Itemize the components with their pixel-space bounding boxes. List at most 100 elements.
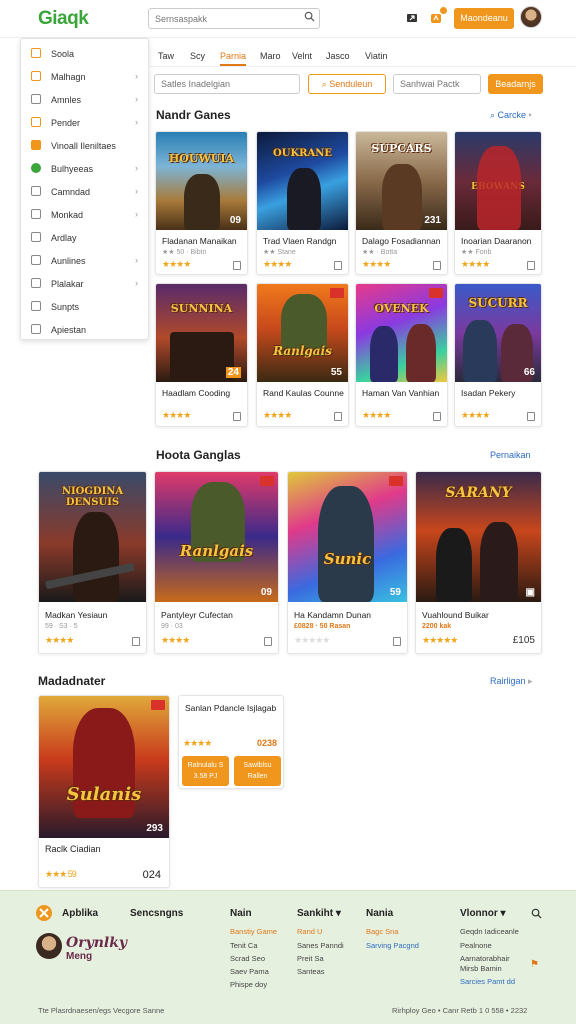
footer-link[interactable]: Geqdn Iadiceanle — [460, 927, 519, 936]
game-cover-image: OUKRANE — [257, 132, 348, 230]
rating-stars: ★★★★ — [362, 410, 391, 420]
footer-link[interactable]: Aarnatorabhair — [460, 954, 510, 963]
tab-taw[interactable]: Taw — [158, 46, 174, 66]
secondary-search-input[interactable] — [393, 74, 481, 94]
sidebar-item[interactable]: Amnles › — [21, 89, 150, 111]
game-card[interactable]: HOUWUIA 09 Fladanan Manaikan ★★ 50 · Bib… — [155, 131, 248, 275]
section-link-new-games[interactable]: ⌕ Carcke ▸ — [490, 110, 532, 121]
clipboard-icon[interactable] — [433, 261, 441, 270]
schedule-button-label: Senduleun — [329, 79, 373, 89]
footer-link[interactable]: Saev Pama — [230, 967, 269, 976]
footer-link[interactable]: Sarving Pacgnd — [366, 941, 419, 950]
sidebar-item[interactable]: Vinoall Ileniltaes — [21, 135, 150, 157]
clipboard-icon[interactable] — [233, 261, 241, 270]
footer-link[interactable]: Scrad Seo — [230, 954, 265, 963]
clipboard-icon[interactable] — [132, 637, 140, 646]
tab-viatin[interactable]: Viatin — [365, 46, 387, 66]
square-outline-icon — [31, 48, 41, 58]
flag-icon[interactable]: ⚑ — [530, 959, 539, 970]
game-card[interactable]: Ranlgais 55 Rand Kaulas Counne ★★★★ — [256, 283, 349, 427]
user-avatar[interactable] — [520, 6, 542, 28]
tab-scy[interactable]: Scy — [190, 46, 205, 66]
game-card[interactable]: SARANY ▣ Vuahlound Buikar 2200 kak ★★★★★… — [415, 471, 542, 654]
game-card[interactable]: OVENEK Haman Van Vanhian ★★★★ — [355, 283, 448, 427]
sidebar-item[interactable]: Camndad › — [21, 181, 150, 203]
rating-stars: ★★★★ — [183, 738, 212, 748]
sidebar-item[interactable]: Soola — [21, 43, 150, 65]
clipboard-icon[interactable] — [334, 261, 342, 270]
footer-brand-sub: Meng — [66, 951, 93, 962]
section-link-madadnater[interactable]: Rairligan ▸ — [490, 676, 533, 687]
game-card[interactable]: SUNNINA 24 Haadlam Cooding ★★★★ — [155, 283, 248, 427]
cover-title: OVENEK — [374, 302, 429, 315]
game-meta: 59 · S3 · 5 — [45, 623, 78, 630]
clipboard-icon[interactable] — [527, 412, 535, 421]
promo-buy-button[interactable]: Ralnulalu S 3.58 PJ — [182, 756, 229, 786]
sidebar-item-label: Sunpts — [51, 302, 80, 312]
footer-link[interactable]: Bagc Sna — [366, 927, 399, 936]
search-input[interactable] — [148, 8, 320, 29]
chevron-right-icon: › — [135, 278, 138, 288]
filter-input[interactable] — [154, 74, 300, 94]
footer-link[interactable]: Sarcies Pamt dd — [460, 977, 515, 986]
game-card[interactable]: SUCURR 66 Isadan Pekery ★★★★ — [454, 283, 542, 427]
game-cover-image: HOUWUIA 09 — [156, 132, 247, 230]
tabs-divider — [150, 66, 576, 67]
sidebar-item[interactable]: Pender › — [21, 112, 150, 134]
game-card[interactable]: OUKRANE Trad Vlaen Randgn ★★ Stane ★★★★ — [256, 131, 349, 275]
schedule-button[interactable]: ⌕ Senduleun — [308, 74, 386, 94]
sidebar-item[interactable]: Apiestan — [21, 319, 150, 341]
share-icon[interactable] — [406, 12, 418, 24]
header-primary-button[interactable]: Maondeanu — [454, 8, 514, 29]
game-card[interactable]: NIOGDINA DENSUIS Madkan Yesiaun 59 · S3 … — [38, 471, 147, 654]
rating-stars: ★★★★ — [461, 410, 490, 420]
sidebar-item[interactable]: Ardlay — [21, 227, 150, 249]
game-card[interactable]: SUPCARS 231 Dalago Fosadiannan ★★ · Bott… — [355, 131, 448, 275]
sidebar-item[interactable]: Bulhyeeas › — [21, 158, 150, 180]
clipboard-icon[interactable] — [433, 412, 441, 421]
footer-link[interactable]: Pealnone — [460, 941, 492, 950]
tab-maro[interactable]: Maro — [260, 46, 281, 66]
game-title: Trad Vlaen Randgn — [263, 236, 337, 246]
footer-column-head-dropdown[interactable]: Vlonnor ▾ — [460, 908, 506, 919]
footer-link[interactable]: Banstiy Game — [230, 927, 277, 936]
notification-icon[interactable] — [430, 12, 442, 24]
clipboard-icon[interactable] — [527, 261, 535, 270]
chevron-right-icon: › — [135, 94, 138, 104]
footer-column-head-dropdown[interactable]: Sankiht ▾ — [297, 908, 341, 919]
feature-game-card[interactable]: Sulanis 293 Raclk Ciadian ★★★ 59 024 — [38, 695, 170, 888]
promo-secondary-button[interactable]: Sawlblsu Rallen — [234, 756, 281, 786]
footer-link[interactable]: Preit Sa — [297, 954, 324, 963]
tab-parnia[interactable]: Parnia — [220, 46, 247, 66]
footer-link[interactable]: Phispe doy — [230, 980, 267, 989]
filter-action-button[interactable]: Beadarnjs — [488, 74, 543, 94]
sidebar-item[interactable]: Plalakar › — [21, 273, 150, 295]
clipboard-icon[interactable] — [393, 637, 401, 646]
footer-link[interactable]: Rand U — [297, 927, 322, 936]
search-icon[interactable] — [304, 11, 315, 22]
game-card[interactable]: EBOWANS Inoarian Daaranon ★★ Fonb ★★★★ — [454, 131, 542, 275]
footer-link[interactable]: Tenit Ca — [230, 941, 258, 950]
sidebar-item[interactable]: Malhagn › — [21, 66, 150, 88]
clipboard-icon[interactable] — [334, 412, 342, 421]
app-logo[interactable]: Giaqk — [38, 8, 89, 30]
sidebar-item[interactable]: Aunlines › — [21, 250, 150, 272]
game-card[interactable]: Sunic 59 Ha Kandamn Dunan £0828 · 50 Ras… — [287, 471, 408, 654]
footer-link[interactable]: Mirsb Bamin — [460, 964, 502, 973]
footer-link[interactable]: Sanes Panndi — [297, 941, 344, 950]
game-card[interactable]: Ranlgais 09 Pantyleyr Cufectan 99 · 03 ★… — [154, 471, 279, 654]
game-cover-image: Ranlgais 55 — [257, 284, 348, 382]
section-link-hot-games[interactable]: Pernaikan — [490, 450, 531, 460]
sidebar-item[interactable]: Monkad › — [21, 204, 150, 226]
building-silhouette — [170, 332, 234, 382]
cover-title: NIOGDINA DENSUIS — [61, 486, 124, 508]
clipboard-icon[interactable] — [233, 412, 241, 421]
cover-number: 24 — [225, 367, 241, 378]
footer-link[interactable]: Santeas — [297, 967, 325, 976]
tab-velnt[interactable]: Velnt — [292, 46, 312, 66]
clipboard-icon[interactable] — [264, 637, 272, 646]
sidebar-item[interactable]: Sunpts — [21, 296, 150, 318]
search-icon[interactable] — [531, 908, 542, 919]
tab-jasco[interactable]: Jasco — [326, 46, 350, 66]
game-title: Inoarian Daaranon — [461, 236, 532, 246]
